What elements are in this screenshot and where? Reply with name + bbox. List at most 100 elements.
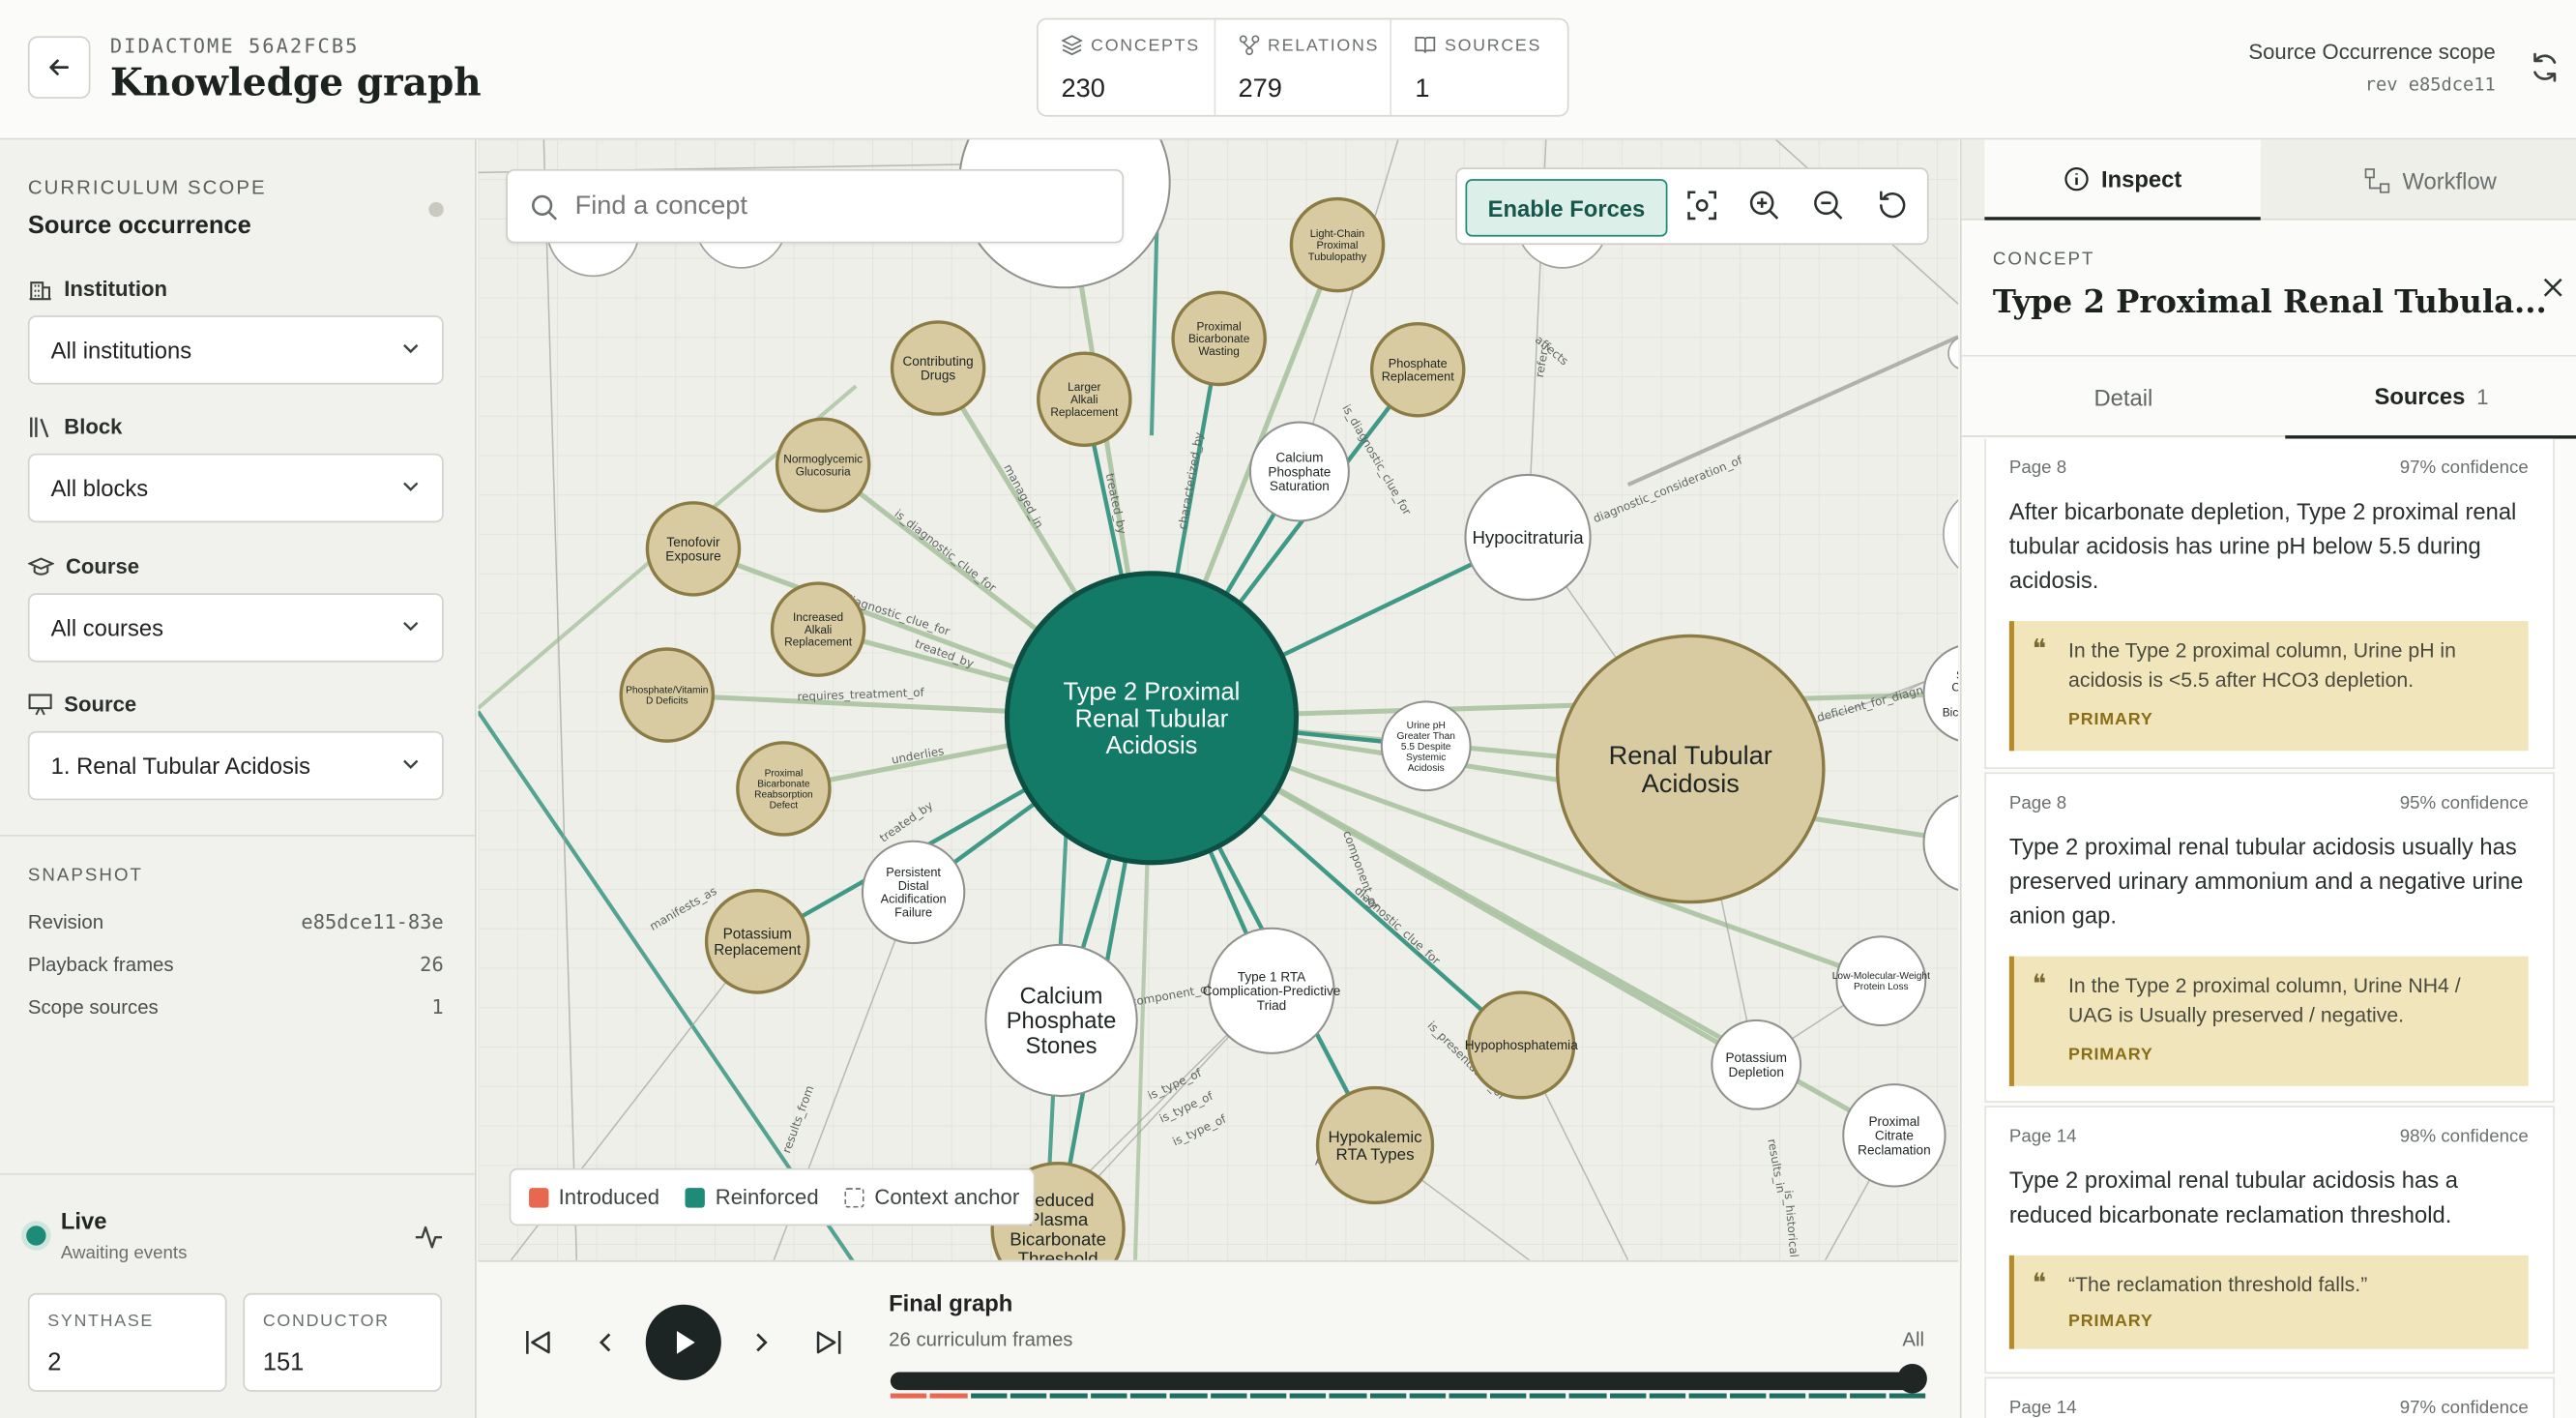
book-icon [1416,36,1436,53]
frame-title: Final graph [889,1289,1013,1316]
graph-node[interactable]: Calcium Phosphate Saturation [1248,421,1350,522]
playback-bar: Final graph 26 curriculum frames All [478,1259,1959,1418]
timeline-track[interactable] [890,1372,1926,1391]
subtab-sources[interactable]: Sources 1 [2285,357,2576,439]
legend-introduced: Introduced [529,1185,659,1209]
frame-tick [1369,1393,1407,1399]
workspace-id: DIDACTOME 56A2FCB5 [109,34,360,58]
node-label: Hypophosphatemia [1465,1038,1578,1052]
graph-stats: CONCEPTS 230 RELATIONS 279 SOURCES 1 [1037,17,1569,117]
card-quote: ❝ In the Type 2 proximal column, Urine N… [2008,956,2529,1086]
graph-node[interactable]: Potassium Depletion [1711,1019,1802,1110]
close-icon[interactable] [2540,275,2566,301]
graph-node[interactable]: Increased Alkali Replacement [770,581,866,677]
source-card[interactable]: Page 14 98% confidence Type 2 proximal re… [1984,1106,2555,1374]
frame-tick [1649,1393,1686,1399]
source-card[interactable]: Page 14 97% confidence [1984,1376,2555,1418]
timeline-handle[interactable] [1897,1363,1927,1394]
legend-context-anchor: Context anchor [844,1185,1019,1209]
subtab-detail[interactable]: Detail [1962,357,2286,439]
card-quote: ❝ In the Type 2 proximal column, Urine p… [2008,621,2529,752]
enable-forces-button[interactable]: Enable Forces [1465,179,1668,237]
quote-icon: ❝ [2032,633,2047,665]
reset-view-icon[interactable] [1876,189,1909,222]
concept-search-input[interactable]: Find a concept [506,168,1125,244]
graph-node[interactable]: Persistent Distal Acidification Failure [861,840,966,945]
back-button[interactable] [27,36,91,99]
skip-back-icon[interactable] [524,1329,554,1355]
card-statement: After bicarbonate depletion, Type 2 prox… [2008,497,2517,594]
node-label: Calcium Phosphate Saturation [1268,451,1331,493]
frame-tick [1409,1393,1447,1399]
concept-subtabs: Detail Sources 1 [1961,354,2576,439]
graph-node[interactable]: Renal Tubular Acidosis [1555,634,1826,904]
play-button[interactable] [645,1304,721,1380]
graph-node[interactable]: Hypocitraturia [1464,473,1592,602]
quote-tag: PRIMARY [2068,1311,2153,1331]
zoom-out-icon[interactable] [1812,189,1845,222]
frame-tick [1849,1393,1887,1399]
graph-node[interactable]: Type 2 Proximal Renal Tubular Acidosis [1004,571,1300,866]
frame-tick [930,1393,968,1399]
layers-icon [1061,35,1083,56]
revision-label: rev e85dce11 [2364,74,2496,96]
legend-swatch [686,1187,706,1207]
card-confidence: 97% confidence [2399,1398,2529,1418]
graph-node[interactable]: Contributing Drugs [890,320,986,416]
page-title: Knowledge graph [109,60,482,105]
chevron-right-icon[interactable] [750,1331,770,1354]
graph-node[interactable]: Hypokalemic RTA Types [1315,1085,1435,1205]
activity-icon [415,1226,443,1249]
graph-node[interactable]: Phosphate/Vitamin D Deficits [619,647,716,743]
block-label: Block [28,414,122,439]
divider [0,834,476,837]
course-select[interactable]: All courses [27,593,444,663]
card-page: Page 8 [2008,793,2067,813]
snapshot-sources: Scope sources 1 [27,995,444,1019]
legend-reinforced: Reinforced [686,1185,819,1209]
graph-node[interactable]: Proximal Citrate Reclamation [1842,1083,1947,1188]
frame-tick [890,1393,927,1399]
tab-inspect[interactable]: Inspect [1984,139,2261,221]
legend-swatch [844,1187,865,1207]
frame-tick [1729,1393,1767,1399]
graph-node[interactable]: Urine pH Greater Than 5.5 Despite Systemic A… [1380,700,1472,792]
graph-node[interactable]: Proximal Bicarbonate Reabsorption Defect [736,741,832,837]
snapshot-frames: Playback frames 26 [27,953,444,977]
node-label: Phosphate Replacement [1382,356,1454,384]
frame-tick [1489,1393,1527,1399]
card-statement: Type 2 proximal renal tubular acidosis h… [2008,1167,2458,1227]
graph-node[interactable]: Light-Chain Proximal Tubulopathy [1289,196,1386,293]
frame-tick [1249,1393,1287,1399]
card-page: Page 14 [2008,1398,2077,1418]
source-select[interactable]: 1. Renal Tubular Acidosis [27,730,444,801]
stat-relations: RELATIONS 279 [1215,19,1392,115]
source-card[interactable]: Page 8 95% confidence Type 2 proximal ren… [1984,772,2555,1103]
frame-tick [1888,1393,1926,1399]
tab-workflow[interactable]: Workflow [2284,139,2576,220]
graph-node[interactable]: Normoglycemic Glucosuria [775,417,871,514]
institution-select[interactable]: All institutions [27,315,444,385]
stat-value: 1 [1415,75,1430,104]
refresh-icon[interactable] [2529,51,2561,84]
quote-icon: ❝ [2032,967,2047,999]
quote-text: In the Type 2 proximal column, Urine pH … [2068,638,2456,693]
block-select[interactable]: All blocks [27,453,444,523]
graph-node[interactable]: Potassium Replacement [704,889,810,994]
source-card[interactable]: Page 8 97% confidence After bicarbonate d… [1984,438,2555,770]
card-confidence: 97% confidence [2399,458,2529,479]
skip-forward-icon[interactable] [813,1329,843,1355]
scope-title: Source occurrence [27,212,251,241]
graph-canvas[interactable]: is_diagnostic_clue_for managed_in treated_… [478,139,1959,1260]
zoom-in-icon[interactable] [1748,189,1781,222]
knowledge-graph[interactable]: is_diagnostic_clue_formanaged_in treated_… [478,139,1959,1260]
chevron-left-icon[interactable] [597,1331,616,1354]
building-icon [29,281,51,300]
graph-node[interactable]: Proximal Bicarbonate Wasting [1171,290,1267,387]
graph-node[interactable]: Larger Alkali Replacement [1037,351,1132,448]
graph-node[interactable]: Calcium Phosphate Stones [984,943,1138,1098]
chevron-down-icon [403,759,419,769]
graph-node[interactable]: Tenofovir Exposure [645,501,742,597]
focus-frame-icon[interactable] [1685,189,1718,222]
graph-node[interactable]: Phosphate Replacement [1369,321,1466,418]
